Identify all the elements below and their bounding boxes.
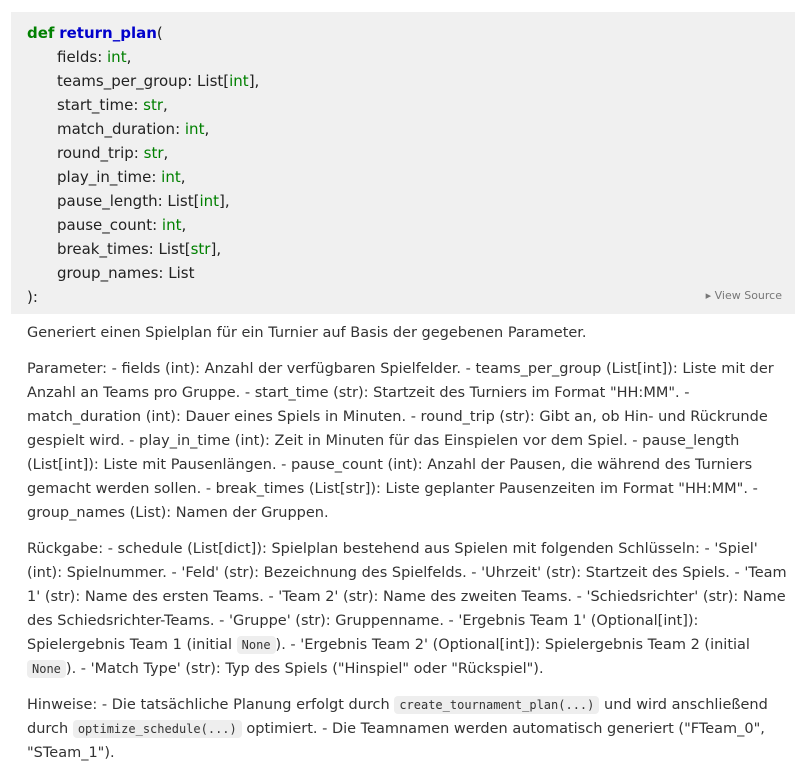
param-name: start_time [57, 96, 134, 114]
function-name: return_plan [59, 24, 157, 42]
param-name: play_in_time [57, 168, 152, 186]
param-line: start_time: str, [57, 96, 168, 114]
view-source-link[interactable]: ▸ View Source [706, 289, 782, 303]
param-type: int [229, 72, 249, 90]
doc-returns: Rückgabe: - schedule (List[dict]): Spiel… [27, 537, 797, 681]
param-type: int [184, 120, 205, 138]
param-name: break_times [57, 240, 149, 258]
param-line: play_in_time: int, [57, 168, 186, 186]
open-paren: ( [156, 24, 163, 42]
returns-text: ). - 'Ergebnis Team 2' (Optional[int]): … [275, 637, 750, 653]
notes-text: Hinweise: - Die tatsächliche Planung erf… [27, 697, 395, 713]
param-line: pause_count: int, [57, 216, 187, 234]
param-type: int [107, 48, 127, 66]
param-type: str [143, 144, 164, 162]
param-line: pause_length: List[int], [57, 192, 230, 210]
param-type: str [143, 96, 164, 114]
doc-summary: Generiert einen Spielplan für ein Turnie… [27, 325, 587, 341]
param-name: group_names [57, 264, 159, 282]
param-name: pause_length [57, 192, 158, 210]
param-name: round_trip [57, 144, 134, 162]
param-line: teams_per_group: List[int], [57, 72, 260, 90]
docstring: Generiert einen Spielplan für ein Turnie… [27, 321, 797, 777]
signature-close: ): [27, 288, 38, 306]
param-line: match_duration: int, [57, 120, 210, 138]
param-type-prefix: List [168, 264, 195, 282]
param-name: fields [57, 48, 98, 66]
param-line: fields: int, [57, 48, 132, 66]
inline-code-none: None [27, 660, 66, 678]
param-type-prefix: List[ [197, 72, 230, 90]
param-name: teams_per_group [57, 72, 188, 90]
returns-text: ). - 'Match Type' (str): Typ des Spiels … [65, 661, 544, 677]
param-type-prefix: List[ [158, 240, 191, 258]
inline-code-create-plan: create_tournament_plan(...) [394, 696, 600, 714]
inline-code-none: None [236, 636, 276, 654]
param-line: group_names: List [57, 264, 195, 282]
param-type: int [161, 168, 181, 186]
inline-code-optimize: optimize_schedule(...) [72, 720, 242, 738]
param-type: str [190, 240, 211, 258]
param-line: break_times: List[str], [57, 240, 222, 258]
def-keyword: def [27, 24, 55, 42]
signature-header: def return_plan( [27, 21, 795, 45]
param-name: pause_count [57, 216, 153, 234]
param-line: round_trip: str, [57, 144, 169, 162]
param-type: int [199, 192, 220, 210]
param-type-prefix: List[ [167, 192, 200, 210]
param-type: int [161, 216, 182, 234]
function-signature: def return_plan( fields: int, teams_per_g… [11, 12, 795, 314]
doc-notes: Hinweise: - Die tatsächliche Planung erf… [27, 693, 797, 765]
param-name: match_duration [57, 120, 176, 138]
doc-parameters: Parameter: - fields (int): Anzahl der ve… [27, 361, 774, 521]
parameter-list: fields: int, teams_per_group: List[int], s… [27, 45, 795, 285]
